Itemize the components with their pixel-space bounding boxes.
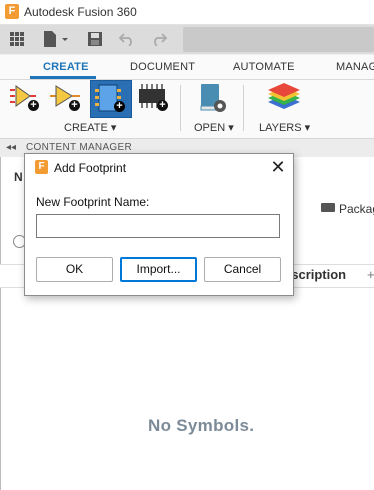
tab-create[interactable]: CREATE [43, 61, 89, 73]
content-manager-title: CONTENT MANAGER [26, 142, 132, 153]
fusion-logo-icon: F [5, 4, 19, 19]
save-icon[interactable] [84, 28, 106, 50]
layers-icon[interactable] [266, 82, 302, 114]
dialog-title: Add Footprint [54, 161, 127, 175]
plus-icon: + [69, 100, 80, 111]
tab-document[interactable]: DOCUMENT [130, 61, 195, 73]
ribbon-divider [243, 85, 244, 131]
undo-icon[interactable] [116, 28, 138, 50]
create-group-dropdown[interactable]: CREATE ▾ [64, 121, 116, 134]
new-device-icon[interactable] [50, 82, 86, 114]
column-settings-icon[interactable]: + [367, 267, 374, 282]
import-button[interactable]: Import... [120, 257, 197, 282]
open-group-dropdown[interactable]: OPEN ▾ [194, 121, 234, 134]
tab-automate[interactable]: AUTOMATE [233, 61, 295, 73]
collapse-chevron-icon[interactable]: ◂◂ [6, 142, 16, 153]
tab-packages[interactable]: Packag [339, 202, 374, 216]
ok-button[interactable]: OK [36, 257, 113, 282]
document-tab-area [183, 27, 374, 52]
open-library-icon[interactable] [198, 82, 230, 116]
layers-group-dropdown[interactable]: LAYERS ▾ [259, 121, 310, 134]
empty-state-message: No Symbols. [148, 416, 255, 435]
fusion-logo-icon: F [35, 160, 48, 174]
plus-icon: + [157, 100, 168, 111]
window-title: Autodesk Fusion 360 [24, 5, 137, 19]
cancel-button[interactable]: Cancel [204, 257, 281, 282]
plus-icon: + [114, 101, 125, 112]
active-tab-indicator [30, 76, 96, 79]
app-grid-icon[interactable] [6, 28, 28, 50]
panel-heading-fragment: N [14, 170, 23, 184]
package-icon [321, 203, 335, 212]
file-menu-icon[interactable] [38, 28, 72, 50]
new-footprint-button[interactable] [90, 80, 132, 118]
redo-icon[interactable] [148, 28, 170, 50]
footprint-name-label: New Footprint Name: [36, 195, 150, 209]
tab-manage[interactable]: MANAG [336, 61, 374, 73]
footprint-name-input[interactable] [36, 214, 280, 238]
plus-icon: + [28, 100, 39, 111]
close-icon[interactable]: ✕ [268, 158, 288, 176]
ribbon-divider [180, 85, 181, 131]
